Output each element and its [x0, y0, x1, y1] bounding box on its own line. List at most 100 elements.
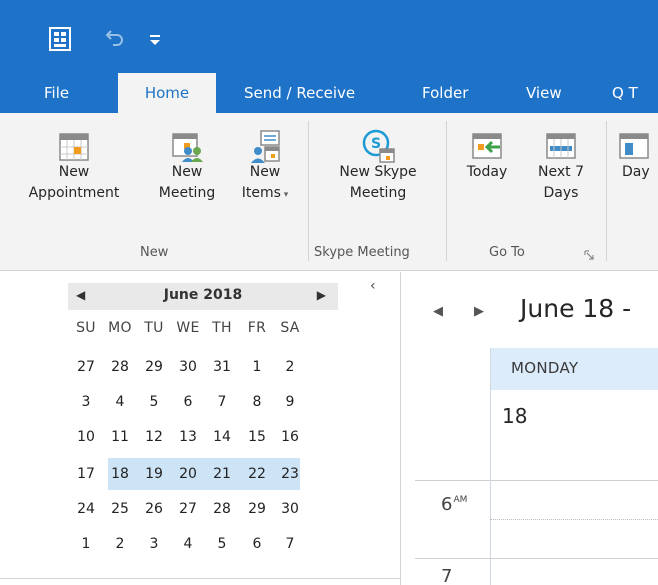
new-skype-label-1: New Skype — [339, 164, 417, 180]
day-name: MONDAY — [511, 359, 579, 377]
calendar-day[interactable]: 2 — [107, 531, 133, 557]
calendar-day[interactable]: 13 — [175, 424, 201, 450]
tab-folder[interactable]: Folder — [422, 73, 468, 113]
calendar-day[interactable]: 2 — [277, 354, 303, 380]
day-number: 18 — [502, 404, 528, 428]
calendar-day[interactable]: 4 — [107, 389, 133, 415]
next-7-days-icon — [546, 133, 576, 159]
new-skype-label-2: Meeting — [349, 185, 407, 201]
calendar-day-selected[interactable]: 20 — [175, 461, 201, 487]
next-period-icon[interactable]: ▶ — [474, 304, 484, 319]
new-meeting-label-2: Meeting — [158, 185, 216, 201]
calendar-day[interactable]: 14 — [209, 424, 235, 450]
group-label-skype: Skype Meeting — [314, 245, 410, 260]
calendar-day[interactable]: 31 — [209, 354, 235, 380]
calendar-day[interactable]: 4 — [175, 531, 201, 557]
tab-file[interactable]: File — [44, 73, 69, 113]
title-bar — [0, 0, 658, 73]
calendar-day-selected[interactable]: 19 — [141, 461, 167, 487]
next-7-days-button[interactable]: Next 7 Days — [522, 113, 600, 238]
undo-icon[interactable] — [104, 26, 126, 48]
calendar-day[interactable]: 28 — [107, 354, 133, 380]
calendar-day-selected[interactable]: 18 — [107, 461, 133, 487]
calendar-day[interactable]: 26 — [141, 496, 167, 522]
tab-tell-me[interactable]: Q T — [612, 73, 638, 113]
tab-view[interactable]: View — [526, 73, 562, 113]
calendar-day[interactable]: 1 — [244, 354, 270, 380]
weekday-label: TU — [144, 320, 164, 336]
calendar-day[interactable]: 6 — [175, 389, 201, 415]
weekday-label: SU — [76, 320, 96, 336]
calendar-day[interactable]: 3 — [141, 531, 167, 557]
new-items-button[interactable]: New Items ▾ — [228, 113, 302, 238]
calendar-day[interactable]: 7 — [209, 389, 235, 415]
day-view-icon — [619, 133, 649, 159]
calendar-day[interactable]: 25 — [107, 496, 133, 522]
new-meeting-button[interactable]: New Meeting — [146, 113, 228, 238]
new-appointment-label-1: New — [58, 164, 90, 180]
calendar-day[interactable]: 11 — [107, 424, 133, 450]
skype-icon: S — [362, 129, 395, 163]
calendar-day[interactable]: 30 — [175, 354, 201, 380]
calendar-day[interactable]: 29 — [244, 496, 270, 522]
new-appointment-label-2: Appointment — [28, 185, 120, 201]
new-meeting-label-1: New — [171, 164, 203, 180]
calendar-day[interactable]: 15 — [244, 424, 270, 450]
calendar-day[interactable]: 29 — [141, 354, 167, 380]
outlook-app-icon[interactable] — [48, 26, 74, 52]
selected-week-highlight — [108, 458, 300, 490]
next-7-days-label-2: Days — [543, 185, 579, 201]
calendar-day[interactable]: 12 — [141, 424, 167, 450]
new-items-label-1: New — [249, 164, 281, 180]
mini-calendar-header: ◀ June 2018 ▶ — [68, 283, 338, 310]
dialog-launcher-icon[interactable] — [584, 250, 594, 260]
new-items-label-2: Items ▾ — [241, 185, 289, 201]
calendar-day-selected[interactable]: 21 — [209, 461, 235, 487]
calendar-day[interactable]: 27 — [175, 496, 201, 522]
weekday-label: SA — [280, 320, 300, 336]
calendar-day[interactable]: 1 — [73, 531, 99, 557]
tab-send-receive[interactable]: Send / Receive — [244, 73, 355, 113]
calendar-day[interactable]: 24 — [73, 496, 99, 522]
customize-qat-icon[interactable] — [148, 33, 162, 47]
calendar-day[interactable]: 16 — [277, 424, 303, 450]
day-view-button[interactable]: Day — [610, 113, 658, 238]
new-appointment-button[interactable]: New Appointment — [22, 113, 126, 238]
new-skype-meeting-button[interactable]: S New Skype Meeting — [318, 113, 438, 238]
dropdown-caret-icon: ▾ — [280, 190, 289, 200]
calendar-day[interactable]: 6 — [244, 531, 270, 557]
weekday-label: WE — [176, 320, 200, 336]
group-separator — [606, 121, 607, 261]
today-label: Today — [466, 164, 508, 180]
calendar-day[interactable]: 5 — [209, 531, 235, 557]
collapse-pane-icon[interactable]: ‹ — [370, 278, 376, 294]
group-separator — [308, 121, 309, 261]
today-button[interactable]: Today — [456, 113, 518, 238]
calendar-day[interactable]: 17 — [73, 461, 99, 487]
hour-divider — [415, 558, 658, 559]
tab-home[interactable]: Home — [118, 73, 216, 113]
calendar-day[interactable]: 3 — [73, 389, 99, 415]
mini-calendar-title[interactable]: June 2018 — [68, 287, 338, 303]
hour-divider — [415, 480, 658, 481]
calendar-day[interactable]: 28 — [209, 496, 235, 522]
calendar-day[interactable]: 30 — [277, 496, 303, 522]
previous-period-icon[interactable]: ◀ — [433, 304, 443, 319]
calendar-day[interactable]: 8 — [244, 389, 270, 415]
group-label-goto: Go To — [489, 245, 525, 260]
calendar-day[interactable]: 7 — [277, 531, 303, 557]
calendar-day[interactable]: 10 — [73, 424, 99, 450]
weekday-label: FR — [247, 320, 267, 336]
half-hour-divider — [490, 519, 658, 520]
today-icon — [472, 133, 502, 159]
calendar-day-selected[interactable]: 22 — [244, 461, 270, 487]
calendar-day[interactable]: 23 — [277, 461, 303, 487]
calendar-day[interactable]: 27 — [73, 354, 99, 380]
calendar-day[interactable]: 5 — [141, 389, 167, 415]
group-label-new: New — [140, 245, 169, 260]
new-items-icon — [251, 130, 280, 163]
mini-calendar-next-icon[interactable]: ▶ — [317, 288, 326, 302]
calendar-day[interactable]: 9 — [277, 389, 303, 415]
day-column-header[interactable]: MONDAY — [490, 348, 658, 390]
hour-label-7: 7 — [441, 566, 453, 585]
